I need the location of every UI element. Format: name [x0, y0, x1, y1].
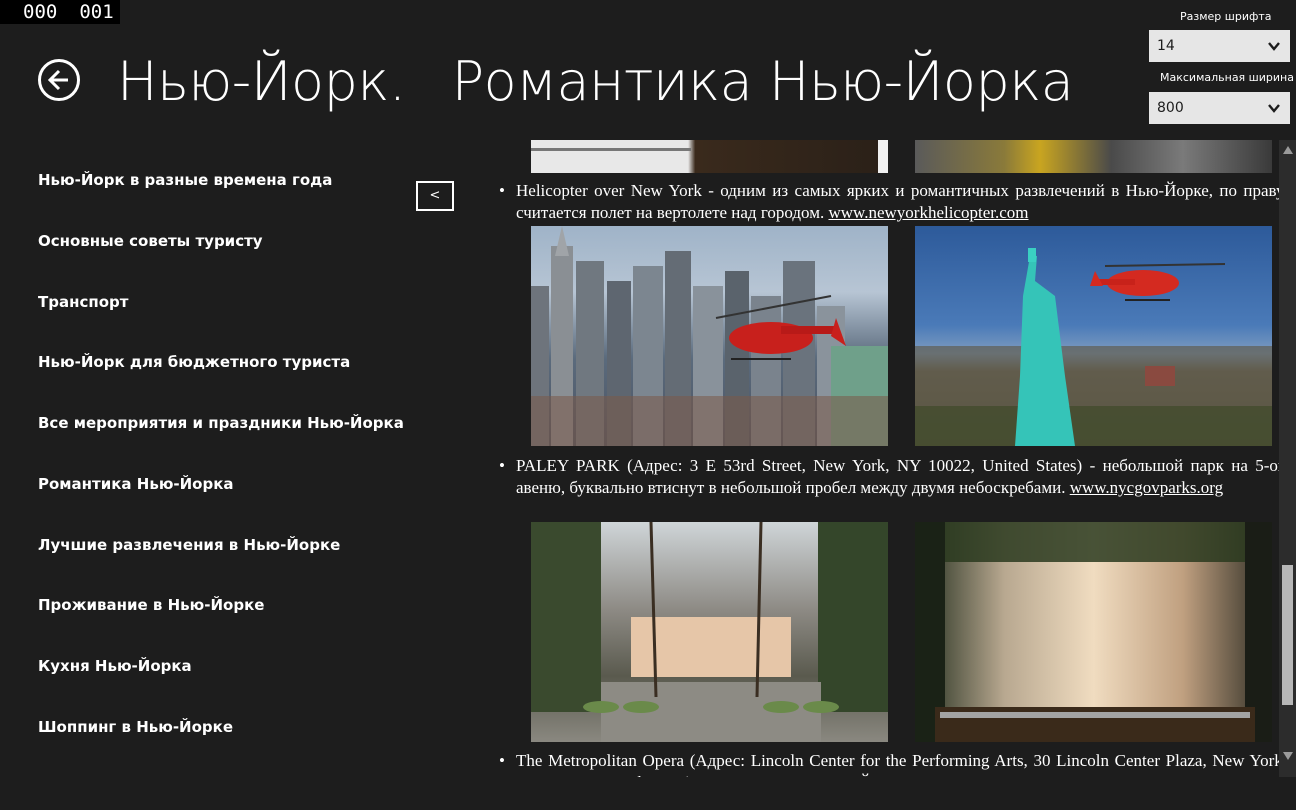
collapse-sidebar-button[interactable]: <: [416, 181, 454, 211]
counter-a: 000: [23, 1, 58, 23]
sidebar-item-accommodation[interactable]: Проживание в Нью-Йорке: [38, 596, 264, 614]
article-image-partial-left: [531, 140, 888, 173]
helicopter-skyline-image: [531, 226, 888, 446]
article-image-partial-right: [915, 140, 1272, 173]
max-width-label: Максимальная ширина: [1160, 71, 1294, 84]
page-title: Нью-Йорк. Романтика Нью-Йорка: [117, 50, 1074, 113]
chevron-down-icon: [1268, 42, 1280, 51]
sidebar-item-cuisine[interactable]: Кухня Нью-Йорка: [38, 657, 192, 675]
sidebar-item-seasons[interactable]: Нью-Йорк в разные времена года: [38, 171, 332, 189]
max-width-select[interactable]: 800: [1149, 92, 1290, 124]
list-item-paley-park: • PALEY PARK (Адрес: 3 E 53rd Street, Ne…: [497, 455, 1279, 499]
back-arrow-icon: [47, 69, 68, 91]
chevron-down-icon: [1268, 104, 1280, 113]
font-size-select[interactable]: 14: [1149, 30, 1290, 62]
paley-park-link[interactable]: www.nycgovparks.org: [1070, 478, 1223, 497]
font-size-label: Размер шрифта: [1180, 10, 1272, 23]
sidebar-item-romance[interactable]: Романтика Нью-Йорка: [38, 475, 234, 493]
font-size-value: 14: [1157, 38, 1175, 54]
helicopter-link[interactable]: www.newyorkhelicopter.com: [828, 203, 1028, 222]
sidebar-item-transport[interactable]: Транспорт: [38, 293, 128, 311]
paley-park-image-left: [531, 522, 888, 742]
sidebar-item-tips[interactable]: Основные советы туристу: [38, 232, 263, 250]
sidebar-item-budget[interactable]: Нью-Йорк для бюджетного туриста: [38, 353, 350, 371]
paley-park-waterfall-image: [915, 522, 1272, 742]
title-city: Нью-Йорк.: [117, 50, 406, 113]
back-button[interactable]: [38, 59, 80, 101]
max-width-value: 800: [1157, 100, 1184, 116]
counter-b: 001: [79, 1, 114, 23]
list-item-metropolitan-opera: • The Metropolitan Opera (Адрес: Lincoln…: [497, 750, 1279, 777]
item-text: The Metropolitan Opera (Адрес: Lincoln C…: [516, 751, 1279, 777]
sidebar-item-shopping[interactable]: Шоппинг в Нью-Йорке: [38, 718, 233, 736]
scroll-up-icon[interactable]: [1283, 146, 1293, 154]
statue-liberty-image: [915, 226, 1272, 446]
scroll-thumb[interactable]: [1282, 565, 1293, 705]
list-item-helicopter: • Helicopter over New York - одним из са…: [497, 180, 1279, 224]
frame-counter: 000 001: [0, 0, 120, 24]
sidebar-item-entertainment[interactable]: Лучшие развлечения в Нью-Йорке: [38, 536, 340, 554]
article-content: • Helicopter over New York - одним из са…: [497, 140, 1279, 777]
content-scrollbar[interactable]: [1279, 140, 1296, 777]
scroll-down-icon[interactable]: [1283, 752, 1293, 760]
sidebar-item-events[interactable]: Все мероприятия и праздники Нью-Йорка: [38, 414, 404, 432]
title-section: Романтика Нью-Йорка: [451, 50, 1074, 113]
